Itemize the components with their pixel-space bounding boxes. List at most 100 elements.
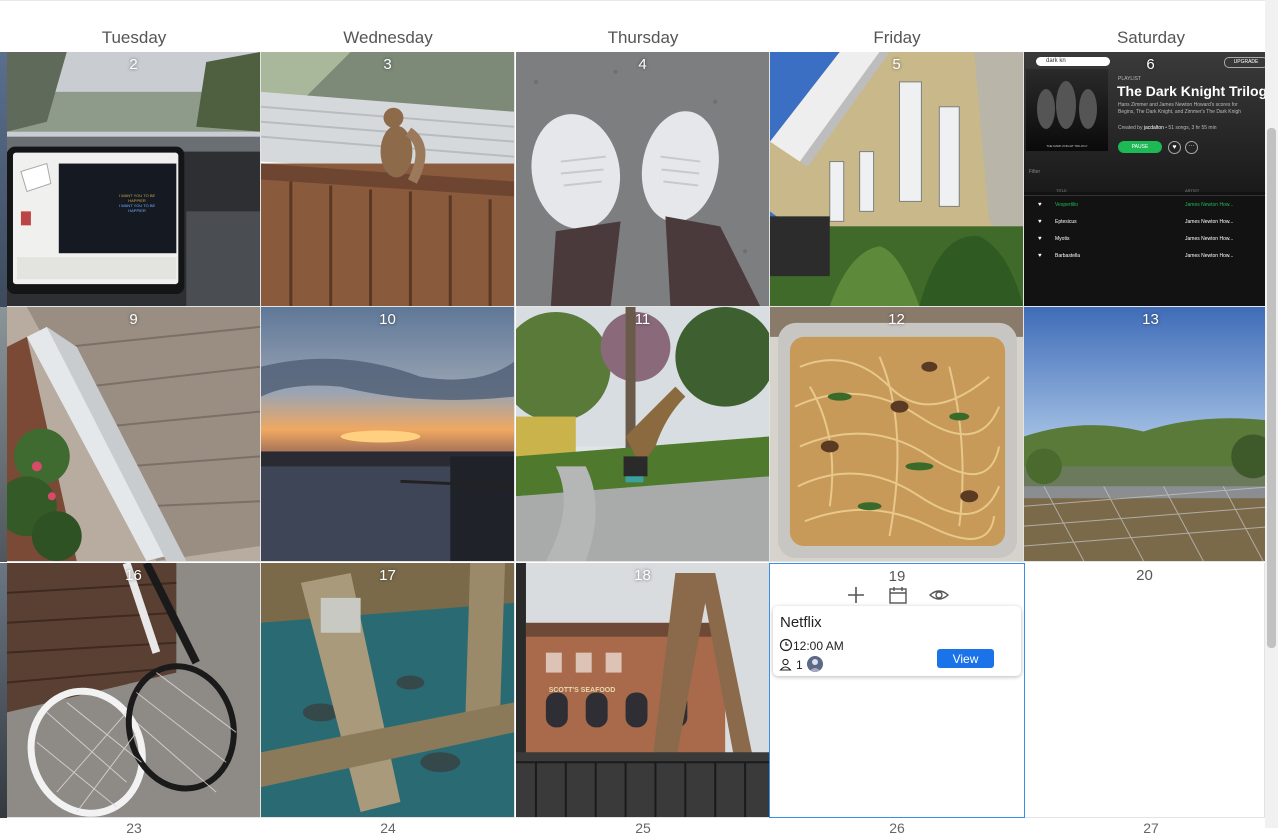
weekday-header-wednesday: Wednesday: [343, 28, 433, 47]
vertical-scrollbar[interactable]: [1265, 0, 1278, 828]
heart-icon: ♥: [1168, 141, 1181, 154]
spotify-divider: [1024, 195, 1277, 196]
eye-icon[interactable]: [928, 584, 950, 606]
spotify-created-by: Created by jacdalton • 51 songs, 3 hr 55…: [1118, 125, 1217, 131]
spotify-track-artist: James Newton How...: [1185, 219, 1234, 225]
day-cell-2[interactable]: I WANT YOU TO BE HAPPIER I WANT YOU TO B…: [7, 52, 261, 307]
spotify-track-title: Myotis: [1055, 236, 1070, 242]
heart-icon: ♥: [1038, 202, 1042, 208]
monday-cell-partial[interactable]: [0, 563, 7, 818]
day-number: 3: [383, 56, 392, 73]
spotify-col-artist: ARTIST: [1185, 188, 1200, 193]
spotify-playlist-title: The Dark Knight Trilog: [1117, 83, 1268, 99]
day-actions: [770, 584, 1024, 606]
heart-icon: ♥: [1038, 236, 1042, 242]
weekday-header-friday: Friday: [873, 28, 921, 47]
day-number: 18: [634, 567, 651, 584]
day-cell-13[interactable]: 13: [1024, 307, 1278, 562]
photo-dog-jumping: [516, 307, 769, 561]
heart-icon: ♥: [1038, 253, 1042, 259]
day-number: 4: [638, 56, 647, 73]
day-number: 16: [125, 567, 142, 584]
day-cell-6[interactable]: dark kn UPGRADE THE DARK KNIGHT TRILOGY …: [1024, 52, 1278, 307]
day-cell-5[interactable]: 5: [770, 52, 1024, 307]
day-number: 13: [1142, 311, 1159, 328]
spotify-track-row: ♥ Eptesicus James Newton How...: [1024, 217, 1277, 231]
event-card[interactable]: Netflix 12:00 AM 1 View: [773, 606, 1021, 676]
restaurant-sign: SCOTT'S SEAFOOD: [548, 687, 616, 694]
clock-icon: [779, 638, 793, 652]
spotify-track-title: Vespertilio: [1055, 202, 1079, 208]
spotify-col-title: TITLE: [1056, 188, 1067, 193]
photo-roof-gutter: [7, 307, 260, 561]
day-number: 20: [1136, 567, 1153, 584]
day-cell-4[interactable]: 4: [516, 52, 770, 307]
day-number-partial: 27: [1143, 820, 1159, 836]
day-cell-16[interactable]: 16: [7, 563, 261, 818]
calendar-icon[interactable]: [887, 584, 909, 606]
day-number-partial: 26: [889, 820, 905, 836]
photo-tennis-rackets: [7, 563, 260, 817]
heart-icon: ♥: [1038, 219, 1042, 225]
weekday-header-tuesday: Tuesday: [101, 28, 167, 47]
top-divider: [0, 0, 1278, 1]
weekday-header-thursday: Thursday: [607, 28, 679, 47]
day-number: 17: [379, 567, 396, 584]
spotify-track-artist: James Newton How...: [1185, 253, 1234, 259]
day-cell-18[interactable]: SCOTT'S SEAFOOD 18: [516, 563, 770, 818]
spotify-track-row: ♥ Barbastella James Newton How...: [1024, 251, 1277, 265]
spotify-pause-button: PAUSE: [1118, 141, 1162, 153]
day-number: 5: [892, 56, 901, 73]
monday-cell-partial[interactable]: [0, 52, 7, 307]
spotify-track-artist: James Newton How...: [1185, 202, 1234, 208]
weekday-header-saturday: Saturday: [1116, 28, 1186, 47]
spotify-filter: Filter: [1029, 169, 1041, 175]
spotify-track-artist: James Newton How...: [1185, 236, 1234, 242]
day-number: 11: [634, 311, 651, 328]
photo-sunset-water: [261, 307, 514, 561]
spotify-meta: • 51 songs, 3 hr 55 min: [1165, 125, 1217, 131]
photo-spotify-screenshot: dark kn UPGRADE THE DARK KNIGHT TRILOGY …: [1024, 52, 1277, 306]
day-number: 9: [129, 311, 138, 328]
day-cell-17[interactable]: 17: [261, 563, 515, 818]
attendee-count: 1: [796, 658, 803, 672]
photo-pasta: [770, 307, 1023, 561]
spotify-desc: Begins, The Dark Knight, and Zimmer's Th…: [1118, 109, 1242, 115]
spotify-desc: Hans Zimmer and James Newton Howard's sc…: [1118, 102, 1238, 108]
spotify-track-row: ♥ Vespertilio James Newton How...: [1024, 200, 1277, 214]
day-number: 10: [379, 311, 396, 328]
day-number: 6: [1146, 56, 1155, 73]
tesla-screen-text: I WANT YOU TO BE HAPPIER I WANT YOU TO B…: [92, 193, 182, 213]
day-cell-12[interactable]: 12: [770, 307, 1024, 562]
photo-squirrel-fence: [261, 52, 514, 306]
photo-tesla-dashboard: [7, 52, 260, 306]
album-art-text: THE DARK KNIGHT TRILOGY: [1046, 144, 1088, 148]
photo-sneakers: [516, 52, 769, 306]
day-cell-19[interactable]: 19 Netflix 12:00 AM 1 View: [769, 563, 1025, 818]
tesla-screen-line: HAPPIER: [128, 208, 146, 213]
day-number-partial: 23: [126, 820, 142, 836]
monday-cell-partial[interactable]: [0, 307, 7, 562]
avatar: [807, 656, 823, 672]
day-number: 2: [129, 56, 138, 73]
more-icon: ···: [1185, 141, 1198, 154]
spotify-track-title: Eptesicus: [1055, 219, 1077, 225]
event-title: Netflix: [780, 614, 822, 631]
spotify-track-title: Barbastella: [1055, 253, 1081, 259]
photo-pier-sea-lions: [261, 563, 514, 817]
spotify-created-prefix: Created by: [1118, 125, 1143, 131]
spotify-creator: jacdalton: [1143, 125, 1164, 131]
day-number: 12: [888, 311, 905, 328]
event-time: 12:00 AM: [793, 639, 844, 653]
day-number-partial: 24: [380, 820, 396, 836]
plus-icon[interactable]: [845, 584, 867, 606]
person-icon: [779, 658, 792, 671]
day-cell-11[interactable]: 11: [516, 307, 770, 562]
view-event-button[interactable]: View: [937, 649, 994, 668]
day-cell-9[interactable]: 9: [7, 307, 261, 562]
day-cell-20[interactable]: 20: [1025, 563, 1265, 818]
day-cell-3[interactable]: 3: [261, 52, 515, 307]
photo-yellow-building: [770, 52, 1023, 306]
day-cell-10[interactable]: 10: [261, 307, 515, 562]
scrollbar-thumb[interactable]: [1267, 128, 1276, 648]
